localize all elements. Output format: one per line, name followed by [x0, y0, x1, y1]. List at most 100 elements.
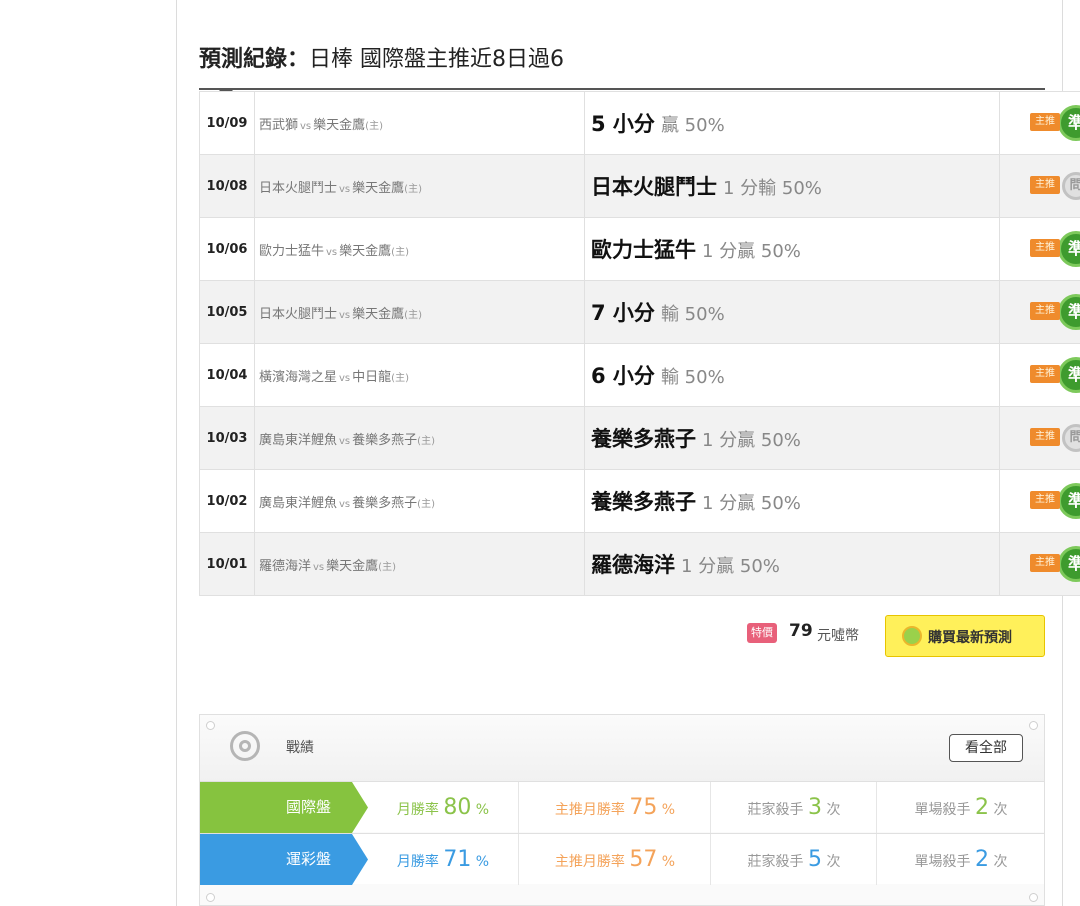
record-match: 廣島東洋鯉魚 vs 養樂多燕子(主)	[254, 406, 585, 470]
home-team: 樂天金鷹	[313, 117, 366, 133]
pick-detail: 1 分贏 50%	[702, 493, 801, 514]
home-mark: (主)	[365, 120, 383, 132]
target-icon	[230, 731, 260, 761]
stat-unit: %	[661, 854, 676, 870]
vs-label: vs	[326, 246, 338, 258]
stat-label: 主推月勝率	[554, 802, 625, 818]
record-pick: 羅德海洋 1 分贏 50%	[584, 532, 1000, 596]
pick-main: 養樂多燕子	[591, 490, 696, 514]
pick-detail: 1 分贏 50%	[702, 241, 801, 262]
main-pick-badge: 主推	[1030, 113, 1060, 131]
pick-detail: 輸 50%	[660, 367, 725, 388]
home-team: 樂天金鷹	[352, 180, 405, 196]
stat-value: 75	[629, 795, 658, 820]
buy-button-label: 購買最新預測	[928, 630, 1012, 646]
record-match: 日本火腿鬥士 vs 樂天金鷹(主)	[254, 280, 585, 344]
pick-main: 5 小分	[591, 112, 655, 136]
record-date: 10/05	[199, 280, 255, 344]
result-win-icon: 準	[1058, 105, 1080, 141]
result-win-icon: 準	[1058, 231, 1080, 267]
vs-label: vs	[339, 372, 351, 384]
stat-unit: %	[475, 854, 490, 870]
record-pick: 日本火腿鬥士 1 分輸 50%	[584, 154, 1000, 218]
away-team: 西武獅	[259, 117, 299, 133]
home-team: 養樂多燕子	[352, 432, 418, 448]
home-team: 樂天金鷹	[352, 306, 405, 322]
record-pick: 5 小分贏 50%	[584, 91, 1000, 155]
title-text: 日棒 國際盤主推近8日過6	[309, 47, 565, 72]
record-tag-cell: 主推	[999, 406, 1060, 470]
main-pick-badge: 主推	[1030, 428, 1060, 446]
vs-label: vs	[339, 498, 351, 510]
pick-main: 6 小分	[591, 364, 655, 388]
pick-main: 羅德海洋	[591, 553, 675, 577]
purchase-row: 特價 79 元噓幣 購買最新預測	[199, 615, 1045, 659]
stat-row: 運彩盤 月勝率 71 % 主推月勝率 57 % 莊家殺手 5 次單場殺手 2 次	[200, 833, 1045, 885]
stat-label: 單場殺手	[914, 854, 971, 870]
result-win-icon: 準	[1058, 294, 1080, 330]
performance-header: 戰績 看全部	[200, 715, 1044, 781]
away-team: 廣島東洋鯉魚	[259, 495, 338, 511]
record-row: 10/01 羅德海洋 vs 樂天金鷹(主) 羅德海洋 1 分贏 50% 主推準	[199, 532, 1080, 596]
pick-main: 歐力士猛牛	[591, 238, 696, 262]
record-row: 10/04 橫濱海灣之星 vs 中日龍(主) 6 小分輸 50% 主推準	[199, 343, 1080, 407]
record-match: 橫濱海灣之星 vs 中日龍(主)	[254, 343, 585, 407]
prediction-records-table: 10/09 西武獅 vs 樂天金鷹(主) 5 小分贏 50% 主推準 10/08 日本火腿鬥士…	[199, 91, 1080, 596]
record-pick: 養樂多燕子 1 分贏 50%	[584, 406, 1000, 470]
vs-label: vs	[339, 183, 351, 195]
pick-main: 日本火腿鬥士	[591, 175, 717, 199]
market-type-label: 國際盤	[200, 782, 368, 833]
buy-latest-prediction-button[interactable]: 購買最新預測	[885, 615, 1045, 657]
vs-label: vs	[339, 435, 351, 447]
record-date: 10/01	[199, 532, 255, 596]
corner-dot-icon	[206, 893, 215, 902]
main-pick-badge: 主推	[1030, 302, 1060, 320]
stat-value: 5	[808, 847, 822, 872]
corner-dot-icon	[206, 721, 215, 730]
away-team: 廣島東洋鯉魚	[259, 432, 338, 448]
pick-detail: 1 分輸 50%	[723, 178, 822, 199]
stat-value: 3	[808, 795, 822, 820]
record-match: 歐力士猛牛 vs 樂天金鷹(主)	[254, 217, 585, 281]
view-all-button[interactable]: 看全部	[949, 734, 1023, 762]
main-pick-badge: 主推	[1030, 491, 1060, 509]
main-pick-badge: 主推	[1030, 239, 1060, 257]
pick-detail: 贏 50%	[660, 115, 725, 136]
stat-unit: 次	[993, 854, 1008, 870]
result-win-icon: 準	[1058, 357, 1080, 393]
performance-title: 戰績	[286, 740, 314, 756]
vs-label: vs	[339, 309, 351, 321]
monthly-win-rate: 月勝率 71 %	[368, 834, 518, 885]
stat-label: 月勝率	[396, 802, 439, 818]
monthly-win-rate: 月勝率 80 %	[368, 782, 518, 833]
title-label: 預測紀錄：	[199, 47, 310, 72]
record-match: 羅德海洋 vs 樂天金鷹(主)	[254, 532, 585, 596]
price-unit: 元噓幣	[817, 628, 859, 644]
record-tag-cell: 主推	[999, 280, 1060, 344]
record-date: 10/06	[199, 217, 255, 281]
main-pick-badge: 主推	[1030, 176, 1060, 194]
stat-value: 2	[975, 847, 989, 872]
record-tag-cell: 主推	[999, 343, 1060, 407]
stat-label: 單場殺手	[914, 802, 971, 818]
single-game-killer-count: 單場殺手 2 次	[876, 782, 1045, 833]
market-type-text: 國際盤	[286, 798, 332, 816]
price-value: 79	[789, 621, 813, 641]
market-type-text: 運彩盤	[286, 850, 332, 868]
home-mark: (主)	[378, 561, 396, 573]
record-date: 10/02	[199, 469, 255, 533]
pick-detail: 輸 50%	[660, 304, 725, 325]
stat-label: 月勝率	[396, 854, 439, 870]
away-team: 日本火腿鬥士	[259, 180, 338, 196]
stat-label: 莊家殺手	[747, 854, 804, 870]
vs-label: vs	[313, 561, 325, 573]
pick-detail: 1 分贏 50%	[681, 556, 780, 577]
single-game-killer-count: 單場殺手 2 次	[876, 834, 1045, 885]
record-tag-cell: 主推	[999, 217, 1060, 281]
record-date: 10/09	[199, 91, 255, 155]
special-price-badge: 特價	[747, 623, 777, 643]
home-team: 中日龍	[352, 369, 392, 385]
record-row: 10/09 西武獅 vs 樂天金鷹(主) 5 小分贏 50% 主推準	[199, 91, 1080, 155]
home-mark: (主)	[404, 309, 422, 321]
home-mark: (主)	[417, 435, 435, 447]
